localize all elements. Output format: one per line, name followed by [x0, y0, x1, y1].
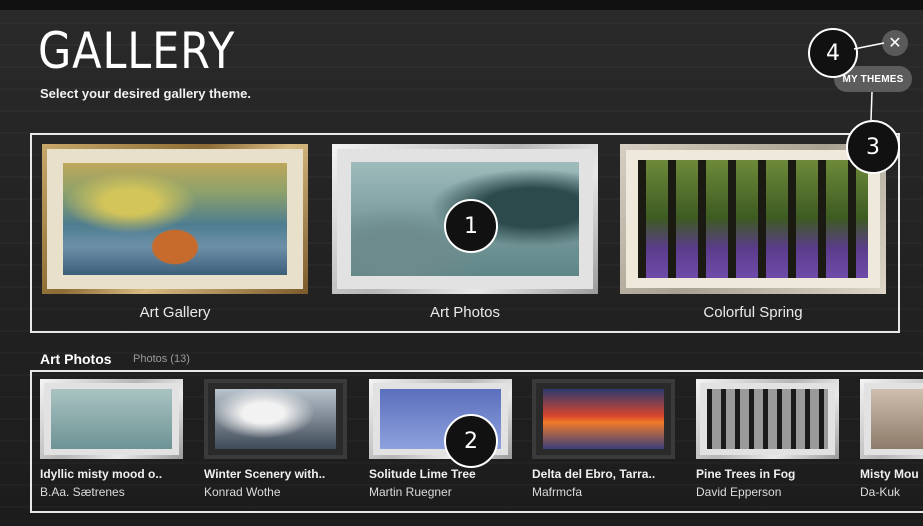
callout-leaders — [853, 42, 885, 121]
leader-line-3 — [870, 91, 873, 121]
leader-line-4 — [853, 42, 885, 50]
